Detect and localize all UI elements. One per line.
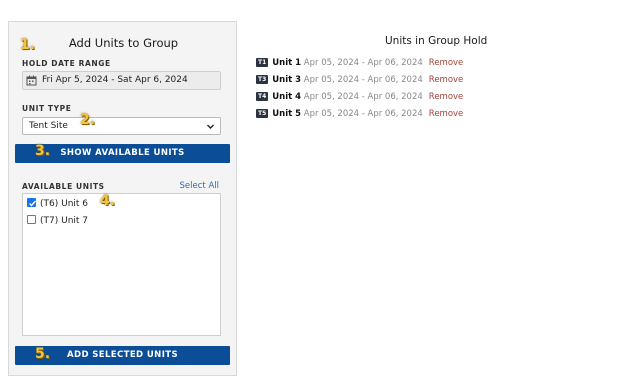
list-item[interactable]: (T7) Unit 7 xyxy=(27,215,88,227)
remove-link[interactable]: Remove xyxy=(429,75,464,85)
unit-tag: T5 xyxy=(256,109,269,118)
available-units-label: AVAILABLE UNITS xyxy=(22,182,105,191)
unit-tag: T3 xyxy=(256,75,269,84)
list-item: T5 Unit 5 Apr 05, 2024 - Apr 06, 2024 Remo… xyxy=(256,109,463,121)
unit-dates: Apr 05, 2024 - Apr 06, 2024 xyxy=(303,109,423,119)
step-marker-2: 2. xyxy=(80,112,96,128)
unit-type-select[interactable]: Tent Site xyxy=(22,117,221,135)
unit-name: Unit 1 xyxy=(272,58,302,68)
available-units-list[interactable]: (T6) Unit 6 (T7) Unit 7 xyxy=(22,193,221,336)
list-item: T3 Unit 3 Apr 05, 2024 - Apr 06, 2024 Remo… xyxy=(256,75,463,87)
list-item[interactable]: (T6) Unit 6 xyxy=(27,198,88,210)
remove-link[interactable]: Remove xyxy=(429,92,464,102)
unit-tag: T4 xyxy=(256,92,269,101)
step-marker-3: 3. xyxy=(35,143,51,159)
step-marker-1: 1. xyxy=(20,37,36,53)
date-range-label: HOLD DATE RANGE xyxy=(22,59,111,68)
unit-label: (T6) Unit 6 xyxy=(40,199,89,209)
select-all-link[interactable]: Select All xyxy=(180,181,219,191)
unit-name: Unit 3 xyxy=(272,75,302,85)
list-item: T4 Unit 4 Apr 05, 2024 - Apr 06, 2024 Remo… xyxy=(256,92,463,104)
checkmark-icon xyxy=(29,200,37,207)
group-hold-title: Units in Group Hold xyxy=(385,35,488,47)
unit-type-value: Tent Site xyxy=(29,121,68,131)
remove-link[interactable]: Remove xyxy=(429,58,464,68)
list-item: T1 Unit 1 Apr 05, 2024 - Apr 06, 2024 Remo… xyxy=(256,58,463,70)
add-units-panel: Add Units to Group HOLD DATE RANGE Fri A… xyxy=(8,21,237,376)
unit-dates: Apr 05, 2024 - Apr 06, 2024 xyxy=(303,92,423,102)
unit-label: (T7) Unit 7 xyxy=(40,216,89,226)
calendar-icon xyxy=(26,75,37,86)
unit-dates: Apr 05, 2024 - Apr 06, 2024 xyxy=(303,58,423,68)
date-range-field[interactable]: Fri Apr 5, 2024 - Sat Apr 6, 2024 xyxy=(22,71,221,90)
unit-type-label: UNIT TYPE xyxy=(22,104,72,113)
chevron-down-icon xyxy=(207,124,214,129)
panel-title: Add Units to Group xyxy=(68,36,179,50)
remove-link[interactable]: Remove xyxy=(429,109,464,119)
unit-name: Unit 5 xyxy=(272,109,302,119)
unit-checkbox[interactable] xyxy=(27,215,36,224)
unit-name: Unit 4 xyxy=(272,92,302,102)
unit-checkbox[interactable] xyxy=(27,198,37,207)
date-range-value: Fri Apr 5, 2024 - Sat Apr 6, 2024 xyxy=(42,75,188,85)
step-marker-5: 5. xyxy=(35,346,51,362)
unit-tag: T1 xyxy=(256,58,269,67)
step-marker-4: 4. xyxy=(100,193,116,209)
unit-dates: Apr 05, 2024 - Apr 06, 2024 xyxy=(303,75,423,85)
